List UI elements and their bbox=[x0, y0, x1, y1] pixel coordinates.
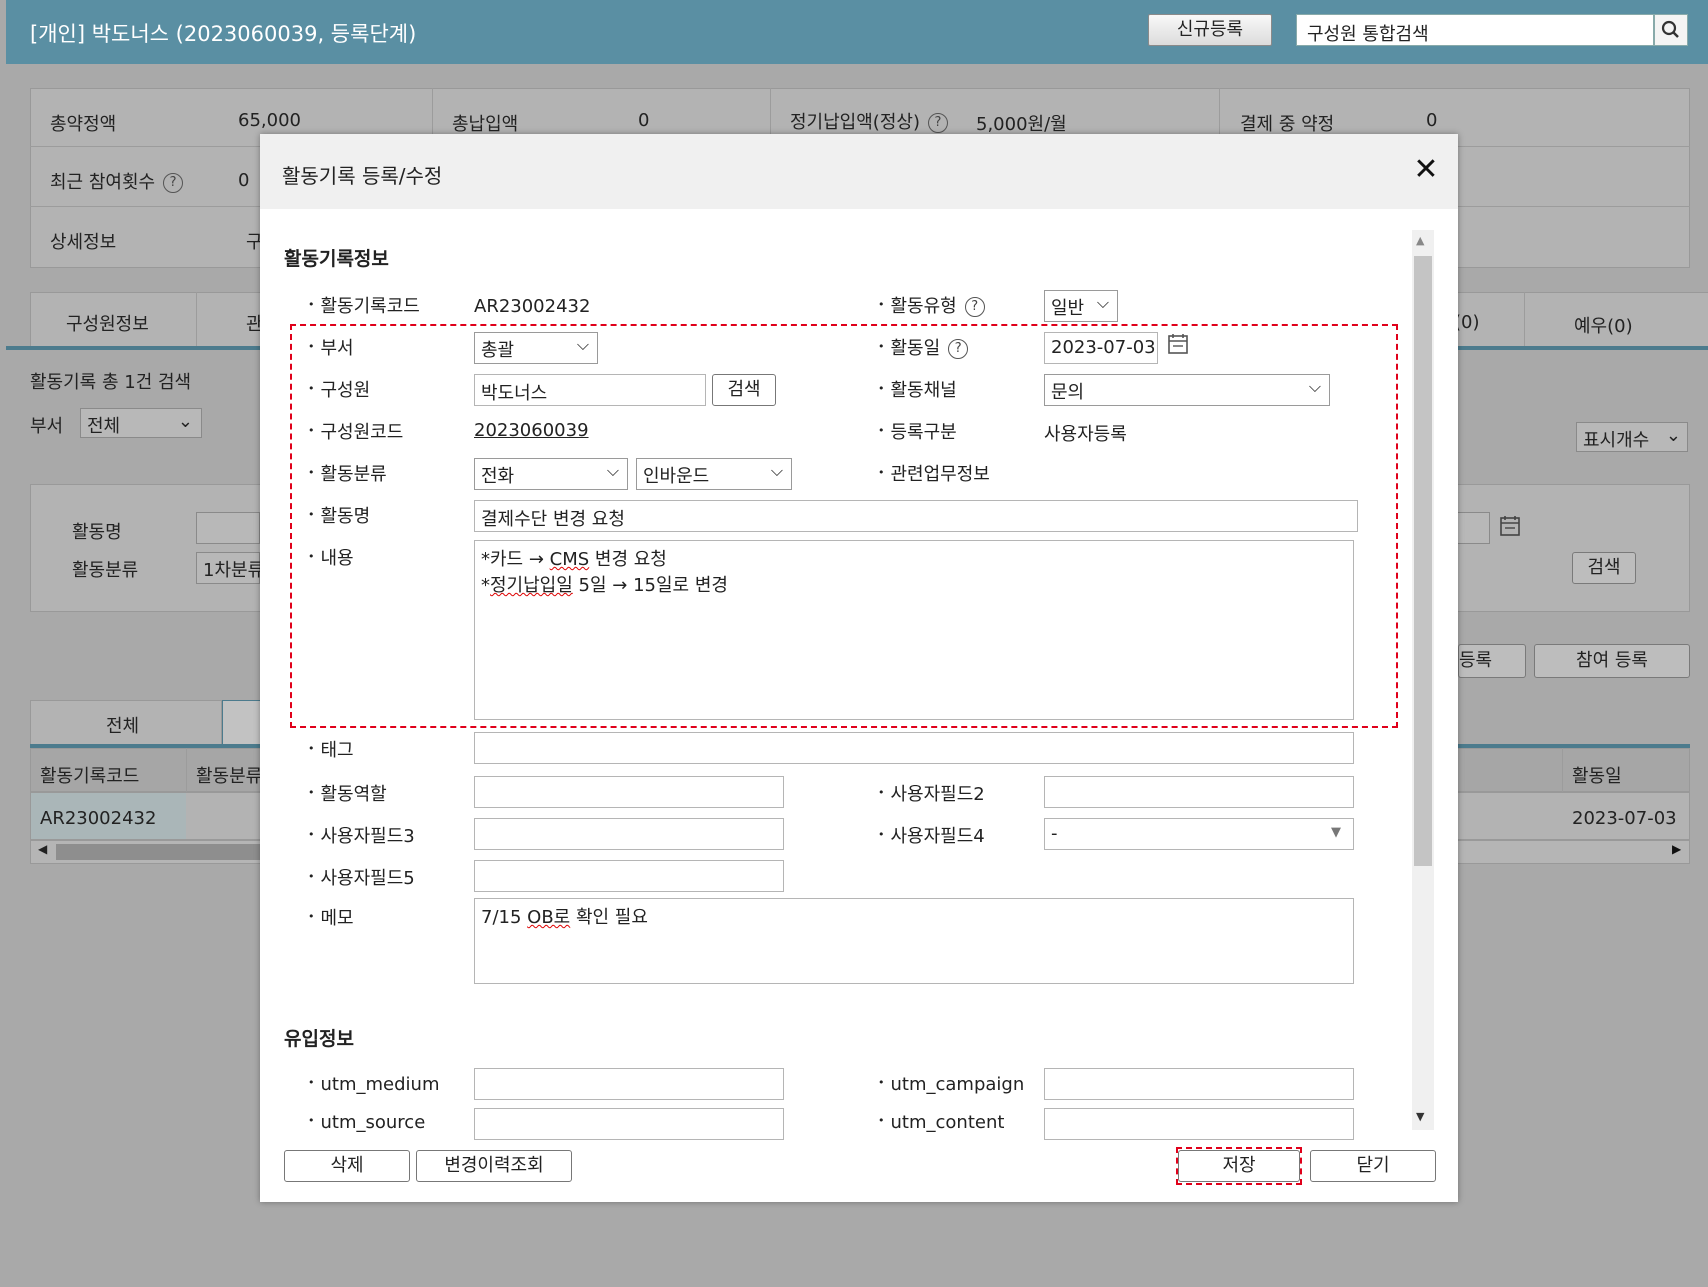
memo-label: 메모 bbox=[308, 904, 354, 930]
utm-source-label: utm_source bbox=[308, 1112, 426, 1133]
detail-label: 상세정보 bbox=[50, 232, 117, 253]
activity-record-modal: 활동기록 등록/수정 ✕ 활동기록정보 활동기록코드 AR23002432 활동… bbox=[260, 134, 1458, 1202]
list-count-text: 활동기록 총 1건 검색 bbox=[30, 372, 192, 393]
filter-name-input[interactable] bbox=[196, 512, 260, 544]
search-button[interactable] bbox=[1654, 14, 1688, 46]
role-input[interactable] bbox=[474, 776, 784, 808]
tag-input[interactable] bbox=[474, 732, 1354, 764]
tab-member-info[interactable]: 구성원정보 bbox=[66, 310, 149, 336]
dept-filter-select[interactable]: 전체 ⌄ bbox=[80, 408, 202, 438]
in-payment-label: 결제 중 약정 bbox=[1240, 114, 1335, 135]
modal-title: 활동기록 등록/수정 bbox=[282, 164, 443, 188]
close-button[interactable]: 닫기 bbox=[1310, 1150, 1436, 1182]
help-icon[interactable]: ? bbox=[964, 297, 985, 317]
close-icon[interactable]: ✕ bbox=[1408, 152, 1444, 188]
section-activity-info: 활동기록정보 bbox=[284, 248, 389, 270]
code-label: 활동기록코드 bbox=[308, 292, 420, 318]
tab-courtesy[interactable]: 예우(0) bbox=[1574, 312, 1633, 338]
tab-active[interactable] bbox=[222, 700, 262, 746]
scroll-up-arrow[interactable]: ▲ bbox=[1416, 234, 1424, 247]
utm-campaign-input[interactable] bbox=[1044, 1068, 1354, 1100]
col-class: 활동분류 bbox=[196, 766, 263, 787]
new-register-button[interactable]: 신규등록 bbox=[1148, 14, 1272, 46]
scroll-down-arrow[interactable]: ▼ bbox=[1416, 1110, 1424, 1123]
user-field2-label: 사용자필드2 bbox=[878, 780, 985, 806]
highlight-box bbox=[290, 324, 1398, 728]
scrollbar-thumb[interactable] bbox=[1414, 256, 1432, 866]
row-code: AR23002432 bbox=[40, 808, 157, 829]
user-field4-label: 사용자필드4 bbox=[878, 822, 985, 848]
history-button[interactable]: 변경이력조회 bbox=[416, 1150, 572, 1182]
regular-payment-label: 정기납입액(정상)? bbox=[790, 108, 948, 134]
recent-count-value: 0 bbox=[238, 170, 250, 191]
user-field5-input[interactable] bbox=[474, 860, 784, 892]
help-icon[interactable]: ? bbox=[163, 173, 184, 193]
user-field4-select[interactable]: - ▼ bbox=[1044, 818, 1354, 850]
search-icon bbox=[1661, 20, 1679, 38]
tab-all[interactable]: 전체 bbox=[106, 712, 139, 738]
vertical-scrollbar[interactable]: ▲ ▼ bbox=[1412, 230, 1434, 1130]
code-value: AR23002432 bbox=[474, 296, 591, 317]
help-icon[interactable]: ? bbox=[927, 113, 948, 133]
utm-medium-input[interactable] bbox=[474, 1068, 784, 1100]
type-select[interactable]: 일반 ⌵ bbox=[1044, 290, 1118, 322]
dept-filter-label: 부서 bbox=[30, 416, 64, 437]
user-field2-input[interactable] bbox=[1044, 776, 1354, 808]
join-register-button[interactable]: 참여 등록 bbox=[1534, 644, 1690, 678]
utm-source-input[interactable] bbox=[474, 1108, 784, 1140]
regular-payment-value: 5,000원/월 bbox=[976, 114, 1067, 135]
scrollbar-thumb[interactable] bbox=[56, 844, 266, 860]
row-date: 2023-07-03 bbox=[1572, 808, 1677, 829]
recent-count-label: 최근 참여횟수? bbox=[50, 168, 184, 194]
total-paid-label: 총납입액 bbox=[452, 114, 519, 135]
user-field5-label: 사용자필드5 bbox=[308, 864, 415, 890]
page-title: [개인] 박도너스 (2023060039, 등록단계) bbox=[30, 22, 417, 46]
role-label: 활동역할 bbox=[308, 780, 387, 806]
col-date: 활동일 bbox=[1572, 766, 1622, 787]
save-highlight bbox=[1176, 1147, 1302, 1185]
total-pledge-value: 65,000 bbox=[238, 110, 301, 131]
filter-name-label: 활동명 bbox=[72, 522, 122, 543]
total-pledge-label: 총약정액 bbox=[50, 114, 117, 135]
type-label: 활동유형? bbox=[878, 292, 985, 318]
total-paid-value: 0 bbox=[638, 110, 650, 131]
tag-label: 태그 bbox=[308, 736, 354, 762]
register-button[interactable]: 등록 bbox=[1458, 644, 1526, 678]
user-field3-input[interactable] bbox=[474, 818, 784, 850]
utm-medium-label: utm_medium bbox=[308, 1074, 440, 1095]
section-inflow-info: 유입정보 bbox=[284, 1028, 354, 1050]
scroll-clip: utm_source utm_content bbox=[260, 1106, 1410, 1140]
utm-content-label: utm_content bbox=[878, 1112, 1005, 1133]
scroll-left-arrow[interactable]: ◀ bbox=[38, 842, 47, 856]
member-search-input[interactable]: 구성원 통합검색 bbox=[1296, 14, 1654, 46]
memo-textarea[interactable]: 7/15 OB로 확인 필요 bbox=[474, 898, 1354, 984]
filter-class-label: 활동분류 bbox=[72, 560, 139, 581]
utm-content-input[interactable] bbox=[1044, 1108, 1354, 1140]
calendar-icon[interactable] bbox=[1498, 514, 1522, 538]
filter-class-select[interactable]: 1차분류 bbox=[196, 552, 264, 584]
in-payment-value: 0 bbox=[1426, 110, 1438, 131]
modal-header: 활동기록 등록/수정 ✕ bbox=[260, 134, 1458, 209]
delete-button[interactable]: 삭제 bbox=[284, 1150, 410, 1182]
col-code: 활동기록코드 bbox=[40, 766, 140, 787]
filter-search-button[interactable]: 검색 bbox=[1572, 552, 1636, 584]
utm-campaign-label: utm_campaign bbox=[878, 1074, 1025, 1095]
display-count-select[interactable]: 표시개수 ⌄ bbox=[1576, 422, 1688, 452]
scroll-right-arrow[interactable]: ▶ bbox=[1672, 842, 1681, 856]
user-field3-label: 사용자필드3 bbox=[308, 822, 415, 848]
